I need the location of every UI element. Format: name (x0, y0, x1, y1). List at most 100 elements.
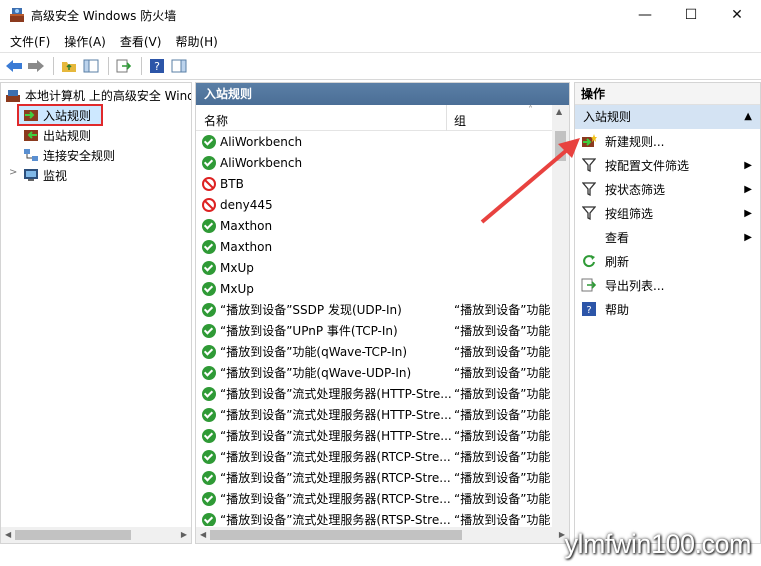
submenu-arrow-icon: ▶ (744, 207, 752, 219)
rule-name: deny445 (220, 197, 273, 212)
toolbar-separator (53, 57, 54, 75)
help-icon[interactable]: ? (147, 56, 167, 76)
block-icon (202, 197, 216, 212)
action-label: 按组筛选 (605, 206, 654, 221)
forward-arrow-icon[interactable] (26, 56, 46, 76)
rules-pane-title: 入站规则 (196, 83, 569, 105)
allow-check-icon (202, 428, 216, 443)
action-item[interactable]: 按状态筛选 ▶ (575, 177, 760, 201)
column-header-name[interactable]: 名称 (204, 112, 228, 129)
allow-check-icon (202, 281, 216, 296)
allow-check-icon (202, 218, 216, 233)
table-row[interactable]: “播放到设备”SSDP 发现(UDP-In) “播放到设备”功能 (196, 299, 551, 320)
column-divider[interactable] (446, 105, 447, 131)
rule-name: “播放到设备”功能(qWave-UDP-In) (220, 366, 412, 380)
table-row[interactable]: “播放到设备”功能(qWave-TCP-In) “播放到设备”功能 (196, 341, 551, 362)
rule-group: “播放到设备”功能 (454, 303, 550, 317)
scrollbar-thumb[interactable] (15, 530, 131, 540)
show-hide-tree-icon[interactable] (81, 56, 101, 76)
svg-text:?: ? (154, 60, 160, 73)
table-row[interactable]: “播放到设备”流式处理服务器(RTCP-Stre... “播放到设备”功能 (196, 467, 551, 488)
inbound-rules-icon (23, 108, 39, 122)
menu-action[interactable]: 操作(A) (58, 33, 112, 50)
window-title: 高级安全 Windows 防火墙 (31, 8, 177, 23)
table-row[interactable]: “播放到设备”流式处理服务器(HTTP-Stre... “播放到设备”功能 (196, 404, 551, 425)
rule-name: “播放到设备”功能(qWave-TCP-In) (220, 345, 408, 359)
watermark: ylmfwin100.com (564, 529, 751, 559)
scroll-right-icon[interactable]: ▶ (181, 530, 187, 539)
rule-name: “播放到设备”流式处理服务器(RTSP-Stre... (220, 513, 451, 526)
allow-check-icon (202, 239, 216, 254)
rule-name: MxUp (220, 281, 254, 296)
minimize-button[interactable]: — (622, 0, 668, 30)
horizontal-scrollbar[interactable]: ◀ ▶ (196, 527, 569, 543)
action-item[interactable]: 按配置文件筛选 ▶ (575, 153, 760, 177)
tree-item-connection-security-rules[interactable]: 连接安全规则 (23, 145, 115, 165)
table-row[interactable]: “播放到设备”流式处理服务器(RTSP-Stre... “播放到设备”功能 (196, 509, 551, 526)
table-row[interactable]: “播放到设备”流式处理服务器(HTTP-Stre... “播放到设备”功能 (196, 425, 551, 446)
scroll-up-icon[interactable]: ▲ (556, 107, 562, 116)
table-row[interactable]: MxUp (196, 257, 551, 278)
up-folder-icon[interactable] (59, 56, 79, 76)
rule-name: AliWorkbench (220, 134, 303, 149)
tree-item-outbound-rules[interactable]: 出站规则 (23, 125, 91, 145)
action-item[interactable]: 导出列表... (575, 273, 760, 297)
blank-icon (581, 229, 597, 245)
actions-section-label: 入站规则 (583, 110, 632, 124)
firewall-app-icon (9, 7, 25, 23)
close-button[interactable]: ✕ (714, 0, 760, 30)
table-row[interactable]: “播放到设备”流式处理服务器(HTTP-Stre... “播放到设备”功能 (196, 383, 551, 404)
collapse-caret-icon[interactable]: ▲ (744, 105, 752, 129)
actions-section-inbound-rules[interactable]: 入站规则 ▲ (575, 105, 760, 129)
table-row[interactable]: “播放到设备”流式处理服务器(RTCP-Stre... “播放到设备”功能 (196, 488, 551, 509)
tree-root[interactable]: 本地计算机 上的高级安全 Windows (5, 87, 191, 104)
tree-item-label: 出站规则 (43, 128, 92, 143)
rule-name: BTB (220, 176, 244, 191)
table-row[interactable]: MxUp (196, 278, 551, 299)
rule-name: “播放到设备”流式处理服务器(RTCP-Stre... (220, 471, 451, 485)
scrollbar-thumb[interactable] (210, 530, 462, 540)
tree-item-inbound-rules[interactable]: 入站规则 (23, 105, 91, 125)
rule-name: “播放到设备”流式处理服务器(RTCP-Stre... (220, 450, 451, 464)
annotation-arrow (480, 138, 580, 224)
table-row[interactable]: Maxthon (196, 236, 551, 257)
table-row[interactable]: “播放到设备”功能(qWave-UDP-In) “播放到设备”功能 (196, 362, 551, 383)
menu-file[interactable]: 文件(F) (4, 33, 56, 50)
allow-check-icon (202, 512, 216, 526)
tree-item-monitoring[interactable]: 监视 (23, 165, 67, 185)
table-row[interactable]: “播放到设备”流式处理服务器(RTCP-Stre... “播放到设备”功能 (196, 446, 551, 467)
action-item[interactable]: 查看 ▶ (575, 225, 760, 249)
column-header-group[interactable]: 组 (454, 112, 466, 129)
action-label: 导出列表... (605, 278, 665, 293)
block-icon (202, 176, 216, 191)
maximize-button[interactable]: ☐ (668, 0, 714, 30)
rule-group: “播放到设备”功能 (454, 324, 550, 338)
action-item[interactable]: 按组筛选 ▶ (575, 201, 760, 225)
rule-name: “播放到设备”流式处理服务器(HTTP-Stre... (220, 387, 452, 401)
allow-check-icon (202, 449, 216, 464)
rule-name: Maxthon (220, 218, 273, 233)
scroll-left-icon[interactable]: ◀ (5, 530, 11, 539)
action-item[interactable]: 新建规则... (575, 129, 760, 153)
column-headers: 名称 组 ˄ (196, 105, 569, 131)
back-arrow-icon[interactable] (4, 56, 24, 76)
menu-view[interactable]: 查看(V) (114, 33, 168, 50)
expand-chevron-icon[interactable]: > (9, 167, 17, 178)
allow-check-icon (202, 365, 216, 380)
action-item[interactable]: 刷新 (575, 249, 760, 273)
scroll-left-icon[interactable]: ◀ (200, 530, 206, 539)
action-item[interactable]: ? 帮助 (575, 297, 760, 321)
horizontal-scrollbar[interactable]: ◀ ▶ (1, 527, 191, 543)
toolbar-separator (108, 57, 109, 75)
export-list-icon[interactable] (114, 56, 134, 76)
allow-check-icon (202, 260, 216, 275)
menu-help[interactable]: 帮助(H) (169, 33, 223, 50)
show-hide-action-pane-icon[interactable] (169, 56, 189, 76)
rule-name: “播放到设备”SSDP 发现(UDP-In) (220, 303, 402, 317)
table-row[interactable]: “播放到设备”UPnP 事件(TCP-In) “播放到设备”功能 (196, 320, 551, 341)
outbound-rules-icon (23, 128, 39, 142)
tree-pane: 本地计算机 上的高级安全 Windows 入站规则 出站规则 连接安全规则 > … (0, 82, 192, 544)
action-label: 刷新 (605, 254, 630, 269)
rule-name: “播放到设备”流式处理服务器(HTTP-Stre... (220, 408, 452, 422)
rule-name: MxUp (220, 260, 254, 275)
